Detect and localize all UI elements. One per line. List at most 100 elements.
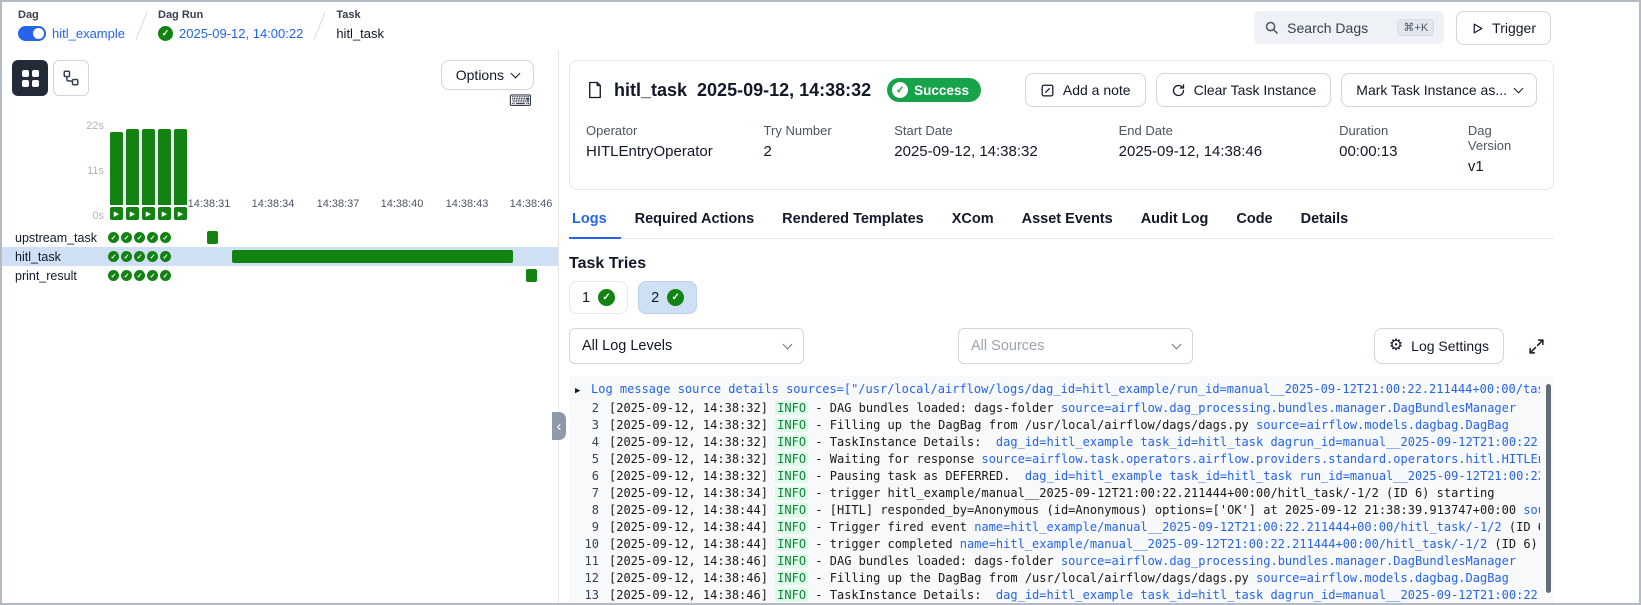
- log-message-text: - trigger completed: [808, 537, 960, 551]
- search-dags-input[interactable]: Search Dags ⌘+K: [1254, 11, 1444, 44]
- log-level-filter[interactable]: All Log Levels: [569, 328, 804, 364]
- task-instance-header: hitl_task 2025-09-12, 14:38:32 ✓ Success…: [586, 73, 1537, 107]
- keyboard-shortcuts-icon[interactable]: ⌨: [509, 94, 532, 110]
- task-row-upstream-task[interactable]: upstream_task✓✓✓✓✓: [2, 228, 558, 247]
- log-line: 13[2025-09-12, 14:38:46] INFO - TaskInst…: [575, 587, 1540, 603]
- search-icon: [1264, 20, 1279, 35]
- run-duration-bar[interactable]: [158, 129, 171, 205]
- task-name[interactable]: hitl_task: [15, 250, 105, 264]
- task-instance-checks: ✓✓✓✓✓: [108, 251, 171, 262]
- task-row-print-result[interactable]: print_result✓✓✓✓✓: [2, 266, 558, 285]
- task-instance-success-icon[interactable]: ✓: [134, 270, 145, 281]
- log-line-content: [2025-09-12, 14:38:32] INFO - Pausing ta…: [609, 468, 1540, 485]
- try-1-button[interactable]: 1✓: [569, 281, 628, 314]
- trigger-button[interactable]: Trigger: [1456, 11, 1551, 45]
- tab-asset-events[interactable]: Asset Events: [1008, 202, 1127, 238]
- log-settings-button[interactable]: ⚙ Log Settings: [1374, 328, 1504, 364]
- mark-task-instance-as-button[interactable]: Mark Task Instance as...: [1341, 73, 1537, 107]
- tab-details[interactable]: Details: [1287, 202, 1363, 238]
- breadcrumb-dag-run-label: Dag Run: [158, 9, 303, 21]
- tab-rendered-templates[interactable]: Rendered Templates: [768, 202, 938, 238]
- log-attribute-link: name=hitl_example/manual__2025-09-12T21:…: [960, 537, 1487, 551]
- run-duration-bar[interactable]: [110, 132, 123, 205]
- source-filter[interactable]: All Sources: [958, 328, 1193, 364]
- log-line-number: 4: [575, 434, 599, 451]
- task-name[interactable]: print_result: [15, 269, 105, 283]
- task-name[interactable]: upstream_task: [15, 231, 105, 245]
- log-line-number: 10: [575, 536, 599, 553]
- log-level-badge: INFO: [775, 554, 808, 568]
- tab-audit-log[interactable]: Audit Log: [1127, 202, 1223, 238]
- fullscreen-icon: [1528, 338, 1545, 355]
- clear-task-instance-button[interactable]: Clear Task Instance: [1156, 73, 1332, 107]
- grid-view-icon: [22, 70, 39, 87]
- task-tries: 1✓ 2✓: [569, 281, 1554, 314]
- grid-view-button[interactable]: [12, 60, 48, 96]
- task-instance-success-icon[interactable]: ✓: [160, 232, 171, 243]
- log-line: 6[2025-09-12, 14:38:32] INFO - Pausing t…: [575, 468, 1540, 485]
- top-bar: Dag hitl_example Dag Run ✓ 2025-09-12, 1…: [2, 2, 1639, 50]
- task-instance-success-icon[interactable]: ✓: [160, 270, 171, 281]
- breadcrumb-dag-run-link[interactable]: 2025-09-12, 14:00:22: [179, 26, 303, 41]
- trigger-label: Trigger: [1492, 20, 1536, 36]
- log-line-number: 2: [575, 400, 599, 417]
- tab-logs[interactable]: Logs: [569, 202, 621, 238]
- log-settings-label: Log Settings: [1411, 338, 1489, 354]
- breadcrumb-dag-link[interactable]: hitl_example: [52, 26, 125, 41]
- log-attribute-link: dag_id=hitl_example task_id=hitl_task da…: [996, 588, 1540, 602]
- log-message-text: (ID 6): [1502, 520, 1540, 534]
- meta-operator: OperatorHITLEntryOperator: [586, 123, 764, 175]
- task-gantt-bar[interactable]: [526, 269, 537, 282]
- gear-icon: ⚙: [1389, 338, 1403, 354]
- task-instance-success-icon[interactable]: ✓: [147, 270, 158, 281]
- log-timestamp: [2025-09-12, 14:38:34]: [609, 486, 775, 500]
- breadcrumb-task-label: Task: [336, 9, 384, 21]
- log-level-badge: INFO: [775, 486, 808, 500]
- task-instance-success-icon[interactable]: ✓: [121, 270, 132, 281]
- task-instance-success-icon[interactable]: ✓: [147, 232, 158, 243]
- task-row-hitl-task[interactable]: hitl_task✓✓✓✓✓: [2, 247, 558, 266]
- task-instance-success-icon[interactable]: ✓: [121, 232, 132, 243]
- log-level-badge: INFO: [775, 418, 808, 432]
- add-note-button[interactable]: Add a note: [1025, 73, 1146, 107]
- run-duration-bar[interactable]: [174, 129, 187, 205]
- dag-pause-toggle[interactable]: [18, 26, 46, 41]
- meta-duration: Duration00:00:13: [1339, 123, 1468, 175]
- meta-value: 2: [764, 143, 895, 160]
- log-line-number: 3: [575, 417, 599, 434]
- collapse-panel-handle[interactable]: ‹: [552, 412, 566, 440]
- task-instance-success-icon[interactable]: ✓: [108, 251, 119, 262]
- task-rows: upstream_task✓✓✓✓✓hitl_task✓✓✓✓✓print_re…: [2, 228, 558, 285]
- time-axis-tick: 14:38:31: [188, 198, 231, 210]
- log-attribute-link: name=hitl_example/manual__2025-09-12T21:…: [974, 520, 1501, 534]
- task-instance-success-icon[interactable]: ✓: [108, 270, 119, 281]
- fullscreen-button[interactable]: [1518, 328, 1554, 364]
- options-button[interactable]: Options: [441, 60, 534, 90]
- run-duration-bar[interactable]: [142, 129, 155, 205]
- graph-view-button[interactable]: [53, 60, 89, 96]
- task-instance-success-icon[interactable]: ✓: [147, 251, 158, 262]
- log-scrollbar[interactable]: [1546, 384, 1551, 593]
- duration-axis-tick: 11s: [87, 165, 104, 177]
- task-gantt-bar[interactable]: [207, 231, 218, 244]
- task-instance-success-icon[interactable]: ✓: [160, 251, 171, 262]
- log-level-badge: INFO: [775, 588, 808, 602]
- meta-value: 00:00:13: [1339, 143, 1468, 160]
- task-instance-success-icon[interactable]: ✓: [108, 232, 119, 243]
- task-instance-success-icon[interactable]: ✓: [134, 232, 145, 243]
- run-duration-bar[interactable]: [126, 129, 139, 205]
- task-instance-success-icon[interactable]: ✓: [134, 251, 145, 262]
- task-instance-success-icon[interactable]: ✓: [121, 251, 132, 262]
- try-2-button[interactable]: 2✓: [638, 281, 697, 314]
- log-source-header[interactable]: ▶ Log message source details sources=["/…: [575, 381, 1540, 400]
- tab-xcom[interactable]: XCom: [938, 202, 1008, 238]
- tab-code[interactable]: Code: [1222, 202, 1286, 238]
- task-gantt-bar[interactable]: [232, 250, 513, 263]
- log-lines: 2[2025-09-12, 14:38:32] INFO - DAG bundl…: [575, 400, 1540, 603]
- log-timestamp: [2025-09-12, 14:38:32]: [609, 435, 775, 449]
- meta-value: 2025-09-12, 14:38:46: [1119, 143, 1339, 160]
- chevron-down-icon: [783, 339, 793, 349]
- tab-required-actions[interactable]: Required Actions: [621, 202, 769, 238]
- log-line: 12[2025-09-12, 14:38:46] INFO - Filling …: [575, 570, 1540, 587]
- log-message-text: - Filling up the DagBag from /usr/local/…: [808, 571, 1256, 585]
